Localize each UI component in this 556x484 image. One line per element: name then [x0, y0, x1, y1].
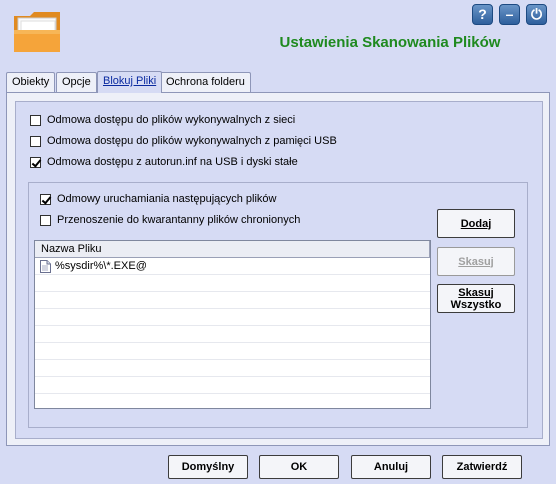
tab-label: Obiekty — [12, 76, 50, 88]
checkbox[interactable] — [40, 214, 51, 226]
folder-icon — [14, 12, 60, 52]
button-label: Dodaj — [460, 217, 492, 230]
checkbox[interactable] — [30, 156, 41, 168]
option-label: Odmowa dostępu do plików wykonywalnych z… — [47, 114, 296, 126]
column-header-filename[interactable]: Nazwa Pliku — [35, 241, 430, 258]
list-row-empty[interactable] — [35, 292, 430, 309]
window-title: Ustawienia Skanowania Plików — [279, 34, 501, 51]
header: ? – ⏻ Ustawienia Skanowania Plików — [0, 0, 556, 68]
checkbox[interactable] — [30, 135, 41, 147]
tab-opcje[interactable]: Opcje — [56, 72, 97, 93]
block-files-group: Odmowy uruchamiania następujących plików… — [28, 182, 528, 428]
list-row-empty[interactable] — [35, 377, 430, 394]
list-item[interactable]: %sysdir%\*.EXE@ — [35, 258, 430, 275]
apply-button[interactable]: Zatwierdź — [442, 455, 522, 479]
tab-label: Blokuj Pliki — [103, 75, 157, 87]
list-row-empty[interactable] — [35, 275, 430, 292]
ok-button[interactable]: OK — [259, 455, 339, 479]
list-row-empty[interactable] — [35, 343, 430, 360]
option-block-files[interactable]: Odmowy uruchamiania następujących plików — [40, 192, 277, 206]
button-label: Skasuj Wszystko — [451, 287, 502, 311]
power-button[interactable]: ⏻ — [526, 4, 547, 25]
checkbox[interactable] — [40, 193, 51, 205]
button-label: Skasuj — [458, 255, 494, 268]
button-label-line: Wszystko — [450, 298, 502, 311]
file-icon — [40, 259, 51, 273]
tab-ochrona-folderu[interactable]: Ochrona folderu — [160, 72, 251, 93]
list-row-empty[interactable] — [35, 360, 430, 377]
option-label: Odmowa dostępu do plików wykonywalnych z… — [47, 135, 337, 147]
tab-label: Opcje — [62, 76, 91, 88]
option-label: Odmowy uruchamiania następujących plików — [57, 193, 277, 205]
tab-obiekty[interactable]: Obiekty — [6, 72, 56, 93]
checkbox[interactable] — [30, 114, 41, 126]
option-quarantine[interactable]: Przenoszenie do kwarantanny plików chron… — [40, 213, 300, 227]
delete-all-button[interactable]: Skasuj Wszystko — [437, 284, 515, 313]
file-list[interactable]: Nazwa Pliku %sysdir%\*.EXE@ — [34, 240, 431, 409]
minimize-button[interactable]: – — [499, 4, 520, 25]
settings-area: Odmowa dostępu do plików wykonywalnych z… — [15, 101, 543, 439]
option-label: Przenoszenie do kwarantanny plików chron… — [57, 214, 301, 226]
tab-panel: Odmowa dostępu do plików wykonywalnych z… — [6, 92, 550, 446]
list-item-label: %sysdir%\*.EXE@ — [55, 260, 147, 272]
option-deny-usb[interactable]: Odmowa dostępu do plików wykonywalnych z… — [30, 134, 337, 148]
tab-blokuj-pliki[interactable]: Blokuj Pliki — [97, 71, 163, 93]
delete-button[interactable]: Skasuj — [437, 247, 515, 276]
option-label: Odmowa dostępu z autorun.inf na USB i dy… — [47, 156, 298, 168]
cancel-button[interactable]: Anuluj — [351, 455, 431, 479]
help-button[interactable]: ? — [472, 4, 493, 25]
button-label-line: Skasuj — [458, 286, 494, 299]
tab-label: Ochrona folderu — [166, 76, 245, 88]
list-row-empty[interactable] — [35, 309, 430, 326]
option-deny-network[interactable]: Odmowa dostępu do plików wykonywalnych z… — [30, 113, 295, 127]
add-button[interactable]: Dodaj — [437, 209, 515, 238]
option-deny-autorun[interactable]: Odmowa dostępu z autorun.inf na USB i dy… — [30, 155, 298, 169]
default-button[interactable]: Domyślny — [168, 455, 248, 479]
list-row-empty[interactable] — [35, 326, 430, 343]
